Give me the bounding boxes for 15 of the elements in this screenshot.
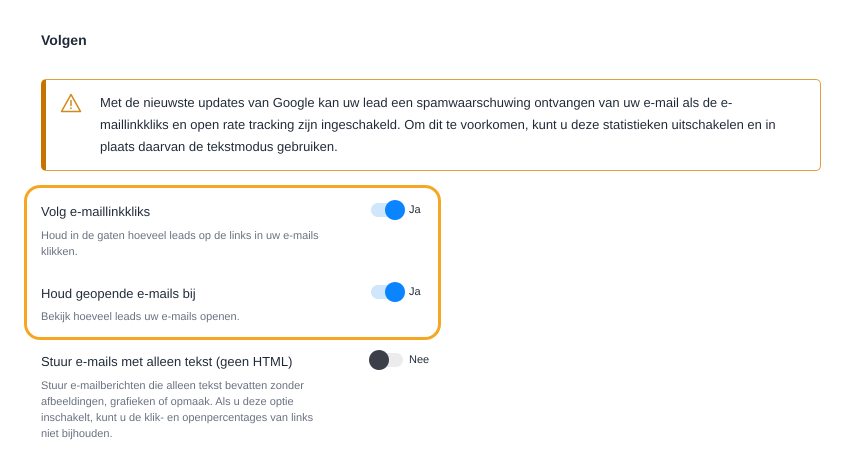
toggle-switch[interactable] — [371, 284, 403, 299]
setting-description: Stuur e-mailberichten die alleen tekst bevatten zonder afbeeldingen, grafieken of opmaak. Als u deze optie inschakelt, kunt u de klik- en openpercentages van links niet bijhouden. — [41, 378, 314, 442]
toggle-switch[interactable] — [371, 203, 403, 218]
toggle-label: Ja — [409, 203, 421, 218]
warning-text: Met de nieuwste updates van Google kan uw lead een spamwaarschuwing ontvangen van uw e-mail als de e-maillinkkliks en open rate tracking zijn ingeschakeld. Om dit te voorkomen, kunt u deze statistieken uitschakelen en in plaats daarvan de tekstmodus gebruiken. — [100, 94, 777, 156]
toggle-switch[interactable] — [371, 353, 403, 368]
section-title: Volgen — [41, 31, 88, 50]
toggle-label: Nee — [409, 353, 430, 368]
setting-title: Houd geopende e-mails bij — [41, 284, 197, 303]
setting-title: Volg e-maillinkkliks — [41, 203, 152, 221]
setting-title: Stuur e-mails met alleen tekst (geen HTML) — [41, 353, 294, 371]
setting-description: Bekijk hoeveel leads uw e-mails openen. — [41, 310, 241, 325]
warning-icon — [60, 93, 82, 113]
setting-description: Houd in de gaten hoeveel leads op de links in uw e-mails klikken. — [41, 228, 320, 260]
toggle-label: Ja — [409, 284, 421, 300]
